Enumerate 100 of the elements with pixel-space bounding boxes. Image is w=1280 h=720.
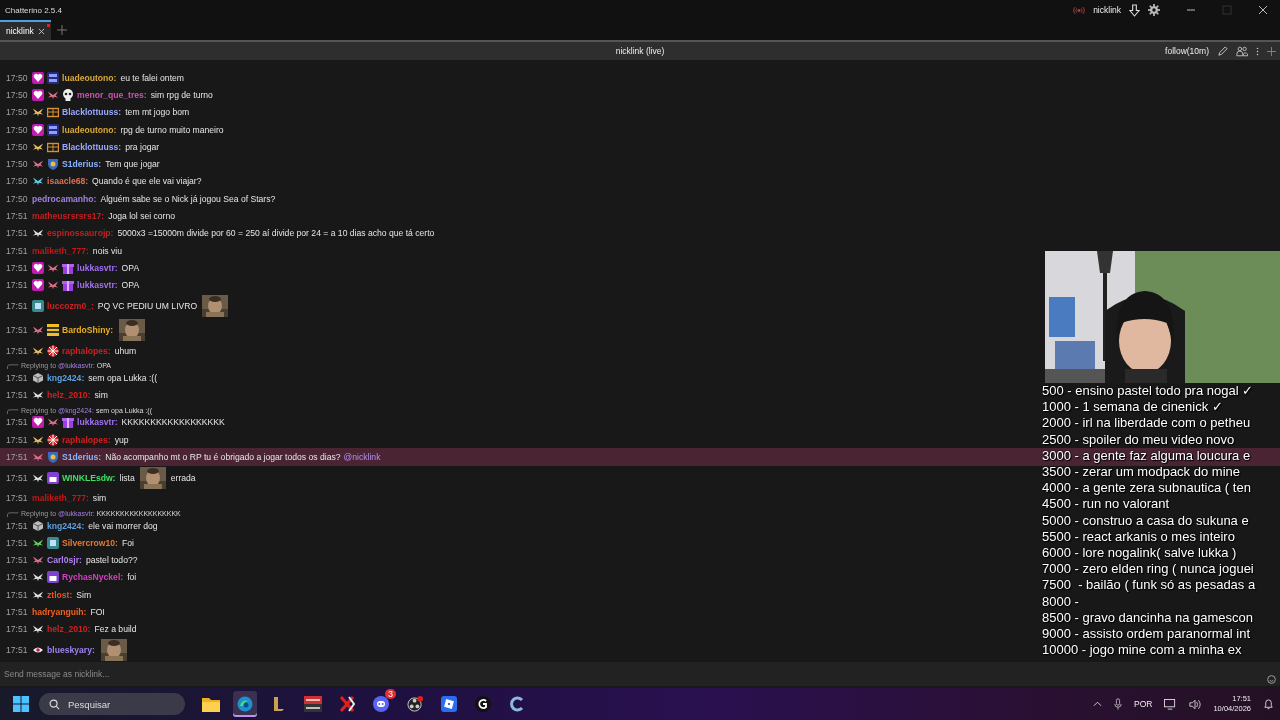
settings-icon[interactable] [1148,4,1160,16]
goal-item: 8500 - gravo dancinha na gamescon [1042,609,1255,627]
heart-badge-icon [32,123,44,136]
microphone-icon[interactable] [1114,698,1123,710]
calendar-badge-icon [47,123,59,136]
users-icon[interactable] [1236,45,1248,57]
add-icon[interactable] [56,25,67,35]
timestamp: 17:51 [6,434,29,445]
username[interactable]: WINKLEsdw: [62,472,116,483]
username[interactable]: luadeoutono: [62,124,117,135]
username[interactable]: S1derius: [62,452,102,462]
message-text: foi [127,572,137,583]
browser-icon[interactable] [237,696,253,712]
square-app-icon[interactable] [441,696,457,712]
timestamp: 17:50 [6,141,29,152]
message-text: eu te falei ontem [120,72,184,83]
chat-app-icon[interactable] [373,696,389,712]
username[interactable]: kng2424: [47,372,85,383]
skull-icon [62,88,74,101]
goal-item: 7500 - bailão ( funk só as pesadas a [1042,577,1257,594]
account-button[interactable]: nicklink [1093,5,1121,15]
search-field[interactable]: Pesquisar [39,693,185,715]
timestamp: 17:51 [6,520,29,531]
username[interactable]: pedrocamanho: [32,193,97,204]
timestamp: 17:51 [6,572,29,583]
heart-badge-icon [32,71,44,84]
timestamp: 17:51 [6,345,29,356]
record-app-icon[interactable] [406,695,424,713]
mixer-app-icon[interactable] [304,696,322,712]
timestamp: 17:51 [6,472,29,483]
gift-icon [62,261,74,274]
timestamp: 17:51 [6,245,29,256]
heart-badge-icon [32,279,44,292]
folder-icon[interactable] [202,696,220,712]
message-text: pastel todo?? [85,555,138,566]
username[interactable]: luccozm0_: [47,300,94,311]
username[interactable]: S1derius: [62,159,102,170]
username[interactable]: BardoShiny: [62,324,114,335]
mention-link[interactable]: @nicklink [343,452,381,462]
username[interactable]: helz_2010: [47,390,91,401]
timestamp: 17:50 [6,176,29,187]
gift-icon [62,416,74,429]
volume-icon[interactable] [1189,698,1202,710]
goal-item: 9000 - assisto ordem paranormal int [1042,626,1252,643]
message-text: uhum [114,345,137,356]
username[interactable]: luadeoutono: [62,72,117,83]
username[interactable]: ztlost: [47,589,73,600]
language-indicator[interactable]: POR [1134,699,1153,709]
download-icon[interactable] [1129,3,1140,17]
username[interactable]: lukkasvtr: [77,262,118,273]
chevron-up-icon[interactable] [1093,701,1103,707]
username[interactable]: lukkasvtr: [77,280,118,291]
c-app-icon[interactable] [509,696,525,712]
timestamp: 17:51 [6,589,29,600]
message-text: lista [119,472,135,483]
follow-mode-button[interactable]: follow(10m) [1165,46,1209,56]
x-app-icon[interactable] [339,696,355,712]
window-title: Chatterino 2.5.4 [5,5,62,15]
add-icon[interactable] [1267,46,1276,56]
username[interactable]: blueskyary: [47,645,95,655]
username[interactable]: hadryanguih: [32,607,87,618]
windows-start-icon[interactable] [13,696,29,712]
username[interactable]: isaacle68: [47,176,89,187]
broadcast-icon[interactable] [1073,5,1086,15]
search-icon [49,698,60,710]
message-input[interactable]: Send message as nicklink... [0,662,1280,686]
close-icon[interactable] [37,27,45,35]
username[interactable]: lukkasvtr: [77,417,118,428]
username[interactable]: Silvercrow10: [62,537,118,548]
message-text: tem mt jogo bom [125,107,190,118]
network-icon[interactable] [1164,698,1178,710]
goal-item: 3000 - a gente faz alguma loucura e [1042,447,1252,464]
username[interactable]: matheusrsrsrs17: [32,211,105,221]
chest-icon [47,140,59,153]
message-text: Não acompanho mt o RP tu é obrigado a jogar todos os dias? [105,452,341,462]
cake-icon [47,471,59,484]
emoji-icon[interactable] [1267,675,1276,684]
calendar-badge-icon [47,71,59,84]
username[interactable]: Blacklottuuss: [62,107,122,118]
username[interactable]: kng2424: [47,520,85,531]
username[interactable]: Blacklottuuss: [62,141,122,152]
timestamp: 17:50 [6,124,29,135]
message-text: Joga lol sei corno [108,211,176,221]
username[interactable]: menor_que_tres: [77,89,147,100]
goal-item: 4500 - run no valorant [1042,496,1171,513]
message-text: ele vai morrer dog [88,520,158,531]
message-text: Tem que jogar [105,159,160,170]
username[interactable]: raphalopes: [62,434,111,445]
g-app-icon[interactable] [475,696,491,712]
username[interactable]: Carl0sjr: [47,555,82,566]
username[interactable]: raphalopes: [62,345,111,356]
goal-item: 10000 - jogo mine com a minha ex [1042,642,1243,659]
active-app-button[interactable] [233,691,257,717]
timestamp: 17:51 [6,624,29,635]
close-icon[interactable] [1258,5,1268,15]
username[interactable]: helz_2010: [47,624,91,635]
bell-icon[interactable] [1263,698,1274,710]
username[interactable]: RychasNyckel: [62,572,124,583]
pencil-icon[interactable] [1217,45,1228,57]
channel-tab[interactable]: nicklink [0,20,51,40]
